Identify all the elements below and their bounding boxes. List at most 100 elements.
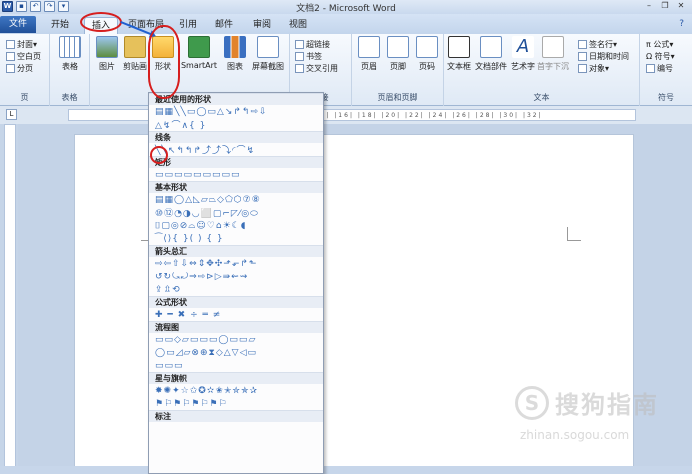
section-rectangles: 矩形 [149, 156, 323, 168]
window-controls: – ❐ ✕ [642, 1, 688, 12]
smartart-button[interactable]: SmartArt [181, 36, 217, 70]
page-number-button[interactable]: 页码 [412, 36, 442, 72]
tab-review[interactable]: 审阅 [250, 17, 274, 34]
header-label: 页眉 [361, 62, 377, 71]
tab-view[interactable]: 视图 [286, 17, 310, 34]
textbox-button[interactable]: 文本框 [444, 36, 474, 72]
close-icon[interactable]: ✕ [674, 1, 688, 12]
hyperlink-icon [295, 39, 304, 49]
numbering-icon [646, 63, 655, 73]
group-table: 表格 表格 [50, 34, 90, 106]
symbol-button[interactable]: Ω 符号▾ [646, 50, 675, 62]
tab-mailings[interactable]: 邮件 [212, 17, 236, 34]
section-flowchart: 流程图 [149, 321, 323, 333]
signature-line-button[interactable]: 签名行▾ [578, 38, 629, 50]
tab-file[interactable]: 文件 [0, 16, 36, 33]
numbering-button[interactable]: 编号 [646, 62, 675, 74]
blank-page-icon [6, 51, 15, 61]
quick-parts-button[interactable]: 文档部件 [475, 36, 507, 72]
shape-row[interactable]: ⌷▢◎⊘⌓☺♡⌂☀☾◖ [149, 219, 323, 232]
maximize-icon[interactable]: ❐ [658, 1, 672, 12]
chart-button[interactable]: 图表 [220, 36, 250, 72]
drop-cap-button[interactable]: 首字下沉 [537, 36, 569, 72]
section-recent-shapes: 最近使用的形状 [149, 93, 323, 105]
picture-button[interactable]: 图片 [92, 36, 122, 72]
group-header-footer: 页眉 页脚 页码 页眉和页脚 [352, 34, 444, 106]
wordart-label: 艺术字 [511, 62, 535, 71]
textbox-label: 文本框 [447, 62, 471, 71]
group-symbols: π 公式▾ Ω 符号▾ 编号 符号 [640, 34, 692, 106]
wordart-button[interactable]: A 艺术字 [508, 36, 538, 72]
shape-row[interactable]: ▭▭▭▭▭▭▭▭▭ [149, 168, 323, 181]
date-time-icon [578, 51, 587, 61]
highlight-shapes-button [148, 25, 180, 99]
header-icon [358, 36, 380, 58]
shape-row[interactable]: ✚ ━ ✖ ÷ ═ ≠ [149, 308, 323, 321]
help-icon[interactable]: ? [679, 19, 684, 29]
chart-icon [224, 36, 246, 58]
table-button[interactable]: 表格 [55, 36, 85, 72]
object-icon [578, 63, 587, 73]
object-button[interactable]: 对象▾ [578, 62, 629, 74]
page-number-label: 页码 [419, 62, 435, 71]
group-label-pages: 页 [20, 93, 29, 102]
shape-row[interactable]: ⁀⟨⟩{ }( ) { } [149, 232, 323, 245]
header-button[interactable]: 页眉 [354, 36, 384, 72]
section-callouts: 标注 [149, 410, 323, 422]
group-label-symbols: 符号 [658, 93, 674, 102]
signature-line-label: 签名行▾ [589, 39, 618, 49]
clipart-button[interactable]: 剪贴画 [120, 36, 150, 72]
shapes-gallery-dropdown[interactable]: 最近使用的形状 ▤▦╲╲▭◯▭△↘↱↰⇨⇩ △↯⌒∧{ } 线条 ╲╲↖↰↰↱⤴… [148, 92, 324, 474]
quick-parts-icon [480, 36, 502, 58]
drop-cap-label: 首字下沉 [537, 62, 569, 71]
minimize-icon[interactable]: – [642, 1, 656, 12]
shape-row[interactable]: △↯⌒∧{ } [149, 118, 323, 131]
page-break-button[interactable]: 分页 [6, 62, 41, 74]
smartart-icon [188, 36, 210, 58]
screenshot-button[interactable]: 屏幕截图 [250, 36, 286, 72]
shape-row[interactable]: ▭▭▭ [149, 359, 323, 372]
watermark-url: zhinan.sogou.com [520, 428, 630, 442]
shape-row[interactable]: ↺↻⤿⤾⇒⇨⊳▷⇛⇜⇝ [149, 270, 323, 283]
shape-row[interactable]: ▤▦╲╲▭◯▭△↘↱↰⇨⇩ [149, 105, 323, 118]
shape-row-lines[interactable]: ╲╲↖↰↰↱⤴⤴⤵◜⌒↯ [149, 143, 323, 156]
watermark: S 搜狗指南 [515, 385, 659, 420]
drop-cap-icon [542, 36, 564, 58]
clipart-label: 剪贴画 [123, 62, 147, 71]
date-time-button[interactable]: 日期和时间 [578, 50, 629, 62]
cover-page-button[interactable]: 封面▾ [6, 38, 41, 50]
table-icon [59, 36, 81, 58]
vertical-ruler[interactable] [4, 124, 16, 468]
group-pages: 封面▾ 空白页 分页 页 [0, 34, 50, 106]
tab-home[interactable]: 开始 [48, 17, 72, 34]
screenshot-icon [257, 36, 279, 58]
shape-row[interactable]: ✸✺✦☆✩✪✫✬✭✮✯✰ [149, 384, 323, 397]
hyperlink-button[interactable]: 超链接 [295, 38, 338, 50]
group-label-text: 文本 [533, 93, 550, 102]
cover-page-label: 封面▾ [17, 39, 38, 49]
shape-row[interactable]: ▭▭◇▱▭▭▭◯▭▭▱ [149, 333, 323, 346]
page-break-label: 分页 [17, 63, 33, 73]
ribbon: 封面▾ 空白页 分页 页 表格 表格 图片 剪贴画 形状 SmartArt 图表… [0, 34, 692, 106]
shape-row[interactable]: ⑩⑫◔◑◡⬜▢⌐◸⁄◎⬭ [149, 206, 323, 219]
page-break-icon [6, 63, 15, 73]
cross-reference-button[interactable]: 交叉引用 [295, 62, 338, 74]
equation-button[interactable]: π 公式▾ [646, 38, 675, 50]
group-label-header-footer: 页眉和页脚 [377, 93, 418, 102]
shape-row[interactable]: ⇪⇫⟲ [149, 283, 323, 296]
footer-button[interactable]: 页脚 [383, 36, 413, 72]
signature-icon [578, 39, 587, 49]
bookmark-button[interactable]: 书签 [295, 50, 338, 62]
section-equation-shapes: 公式形状 [149, 296, 323, 308]
shape-row[interactable]: ▤▦◯△◺▱⏢◇⬠⬡⑦⑧ [149, 193, 323, 206]
shape-row[interactable]: ◯▭◿▱⊗⊕⧗◇△▽◁▭ [149, 346, 323, 359]
shape-row[interactable]: ⚑⚐⚑⚐⚑⚐⚑⚐ [149, 397, 323, 410]
tab-references[interactable]: 引用 [176, 17, 200, 34]
cross-reference-icon [295, 63, 304, 73]
cover-page-icon [6, 39, 15, 49]
clipart-icon [124, 36, 146, 58]
tab-stop-icon[interactable]: L [6, 109, 17, 120]
shape-row[interactable]: ⇨⇦⇧⇩⇔⇕✥✣⬏⬐↱⬑ [149, 257, 323, 270]
hyperlink-label: 超链接 [306, 39, 330, 49]
blank-page-button[interactable]: 空白页 [6, 50, 41, 62]
